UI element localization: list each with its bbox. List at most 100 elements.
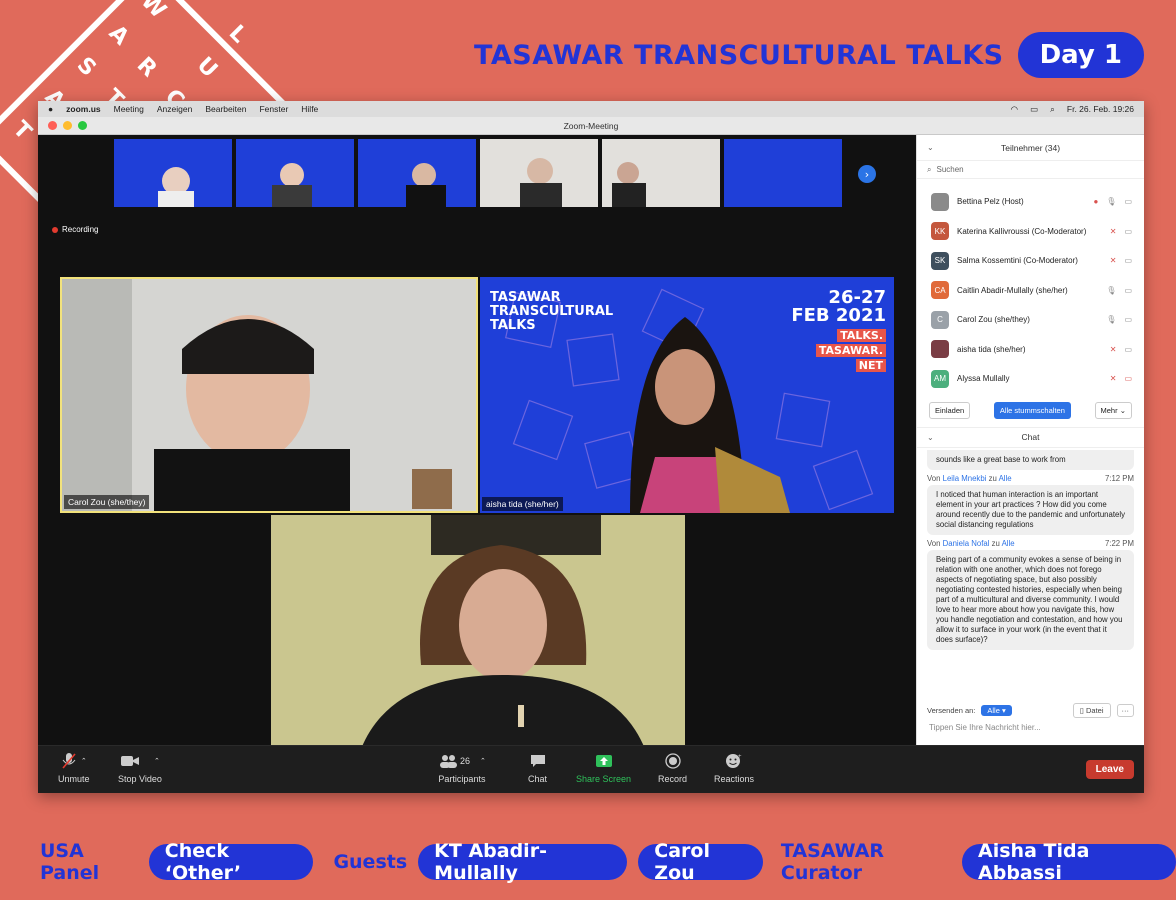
- unmute-button[interactable]: ⌃ Unmute: [58, 752, 90, 784]
- logo-letter: U: [192, 53, 222, 83]
- next-page-icon[interactable]: ›: [858, 165, 876, 183]
- chat-bubble-icon: [530, 752, 546, 770]
- recording-status-icon: ●: [1093, 197, 1099, 207]
- video-aisha-tida[interactable]: TASAWAR TRANSCULTURAL TALKS 26-27 FEB 20…: [480, 277, 894, 513]
- mute-all-button[interactable]: Alle stummschalten: [993, 401, 1071, 419]
- search-input[interactable]: Suchen: [936, 165, 963, 174]
- battery-icon[interactable]: ▭: [1030, 104, 1038, 115]
- collapse-chat-icon[interactable]: ⌄: [927, 433, 934, 442]
- video-icon: ▭: [1124, 197, 1132, 207]
- participant-row[interactable]: C Carol Zou (she/they) 🎙 ▭: [917, 305, 1144, 335]
- menubar-clock: Fr. 26. Feb. 19:26: [1066, 104, 1134, 114]
- menu-window[interactable]: Fenster: [259, 104, 288, 114]
- thumbnail-video[interactable]: [358, 139, 476, 207]
- participants-list: Bettina Pelz (Host) ● 🎙 ▭ KK Katerina Kall…: [917, 179, 1144, 394]
- participant-actions: Einladen Alle stummschalten Mehr ⌄: [917, 394, 1144, 428]
- chat-more-icon[interactable]: ···: [1116, 704, 1134, 717]
- avatar: SK: [931, 251, 949, 270]
- participants-search[interactable]: ⌕ Suchen: [917, 161, 1144, 179]
- video-carol-zou[interactable]: Carol Zou (she/they): [60, 277, 478, 513]
- more-button[interactable]: Mehr ⌄: [1094, 401, 1132, 419]
- search-menubar-icon[interactable]: ⌕: [1050, 104, 1055, 115]
- thumbnail-video[interactable]: [236, 139, 354, 207]
- participant-name: Salma Kossemtini (Co-Moderator): [957, 256, 1078, 266]
- video-stage: › Recording Carol Zou (she/they) TASAWAR…: [38, 135, 916, 749]
- menu-view[interactable]: Anzeigen: [157, 104, 192, 114]
- share-screen-icon: [595, 752, 613, 770]
- participant-name: Alyssa Mullally: [957, 374, 1010, 384]
- participant-name: Caitlin Abadir-Mullally (she/her): [957, 285, 1068, 295]
- thumbnail-video[interactable]: [724, 139, 842, 207]
- menu-edit[interactable]: Bearbeiten: [205, 104, 246, 114]
- curator-badge: Aisha Tida Abbassi: [962, 840, 1176, 884]
- file-button[interactable]: ▯ Datei: [1072, 703, 1111, 718]
- thumbnail-video[interactable]: [602, 139, 720, 207]
- chat-sender: Von Leila Mnekbi zu Alle 7:12 PM: [927, 473, 1134, 483]
- mic-muted-icon: ✕: [1109, 226, 1117, 236]
- participant-row[interactable]: KK Katerina Kallivroussi (Co-Moderator) …: [917, 217, 1144, 247]
- share-screen-button[interactable]: Share Screen: [576, 752, 631, 784]
- send-to-select[interactable]: Alle ▾: [981, 705, 1012, 716]
- participant-name: aisha tida (she/her): [957, 344, 1026, 354]
- leave-button[interactable]: Leave: [1085, 760, 1134, 779]
- aisha-date: 26-27 FEB 2021: [791, 287, 886, 326]
- mic-icon: 🎙: [1106, 285, 1117, 295]
- apple-icon[interactable]: ●: [48, 104, 53, 114]
- mic-muted-icon: ✕: [1109, 344, 1117, 354]
- participants-header: ⌄ Teilnehmer (34): [917, 135, 1144, 161]
- guest-badge: Carol Zou: [638, 840, 763, 884]
- window-title: Zoom-Meeting: [563, 120, 619, 131]
- chat-button[interactable]: Chat: [528, 752, 547, 784]
- avatar: KK: [931, 222, 949, 241]
- reactions-icon: +: [725, 752, 743, 770]
- chat-input[interactable]: Tippen Sie Ihre Nachricht hier...: [929, 723, 1041, 732]
- thumbnail-strip: [114, 139, 842, 207]
- mac-menubar: ● zoom.us Meeting Anzeigen Bearbeiten Fe…: [38, 101, 1144, 117]
- logo-letter: S: [72, 53, 101, 82]
- side-panel: ⌄ Teilnehmer (34) ⌕ Suchen Bettina Pelz …: [916, 135, 1144, 745]
- menu-app[interactable]: zoom.us: [66, 104, 100, 114]
- mic-muted-icon: ✕: [1109, 374, 1117, 384]
- avatar: AM: [931, 369, 949, 388]
- logo-letter: T: [8, 117, 36, 145]
- chat-header: ⌄ Chat: [917, 428, 1144, 448]
- reactions-button[interactable]: + Reactions: [714, 752, 754, 784]
- participant-row[interactable]: aisha tida (she/her) ✕ ▭: [917, 335, 1144, 365]
- record-button[interactable]: Record: [658, 752, 687, 784]
- event-title: TASAWAR TRANSCULTURAL TALKS: [474, 39, 1004, 71]
- video-icon: ▭: [1124, 226, 1132, 236]
- menu-help[interactable]: Hilfe: [301, 104, 318, 114]
- chat-title: Chat: [1021, 432, 1040, 442]
- video-camera-icon: ⌃: [120, 752, 160, 770]
- participant-name: Bettina Pelz (Host): [957, 197, 1024, 207]
- video-kt-abadir-mullally[interactable]: [271, 515, 685, 749]
- participant-row[interactable]: AM Alyssa Mullally ✕ ▭: [917, 364, 1144, 394]
- event-header: TASAWAR TRANSCULTURAL TALKS Day 1: [474, 32, 1144, 78]
- stop-video-button[interactable]: ⌃ Stop Video: [118, 752, 162, 784]
- participants-title: Teilnehmer (34): [1000, 142, 1061, 153]
- avatar: CA: [931, 281, 949, 300]
- logo-letter: R: [132, 53, 162, 83]
- thumbnail-video[interactable]: [114, 139, 232, 207]
- menu-meeting[interactable]: Meeting: [114, 104, 144, 114]
- check-other-badge: Check ‘Other’: [148, 840, 314, 884]
- recording-indicator: Recording: [52, 225, 98, 234]
- guests-label: Guests: [333, 851, 408, 873]
- recording-label: Recording: [62, 225, 99, 234]
- participant-row[interactable]: SK Salma Kossemtini (Co-Moderator) ✕ ▭: [917, 246, 1144, 276]
- participant-row[interactable]: Bettina Pelz (Host) ● 🎙 ▭: [917, 187, 1144, 217]
- participant-row[interactable]: CA Caitlin Abadir-Mullally (she/her) 🎙 ▭: [917, 276, 1144, 306]
- participant-name: Katerina Kallivroussi (Co-Moderator): [957, 226, 1087, 236]
- guest-badge: KT Abadir-Mullally: [418, 840, 628, 884]
- day-badge: Day 1: [1017, 32, 1144, 78]
- window-titlebar: Zoom-Meeting: [38, 117, 1144, 135]
- thumbnail-video[interactable]: [480, 139, 598, 207]
- chat-messages: sounds like a great base to work from Vo…: [917, 449, 1144, 650]
- invite-button[interactable]: Einladen: [929, 401, 971, 419]
- wifi-icon[interactable]: ◠: [1011, 104, 1018, 115]
- participants-button[interactable]: 26 ⌃ Participants: [438, 752, 486, 784]
- mic-muted-icon: ✕: [1109, 256, 1117, 266]
- chat-message: I noticed that human interaction is an i…: [927, 484, 1134, 535]
- chat-send-row: Versenden an: Alle ▾ ▯ Datei ···: [927, 703, 1134, 718]
- collapse-participants-icon[interactable]: ⌄: [927, 143, 934, 152]
